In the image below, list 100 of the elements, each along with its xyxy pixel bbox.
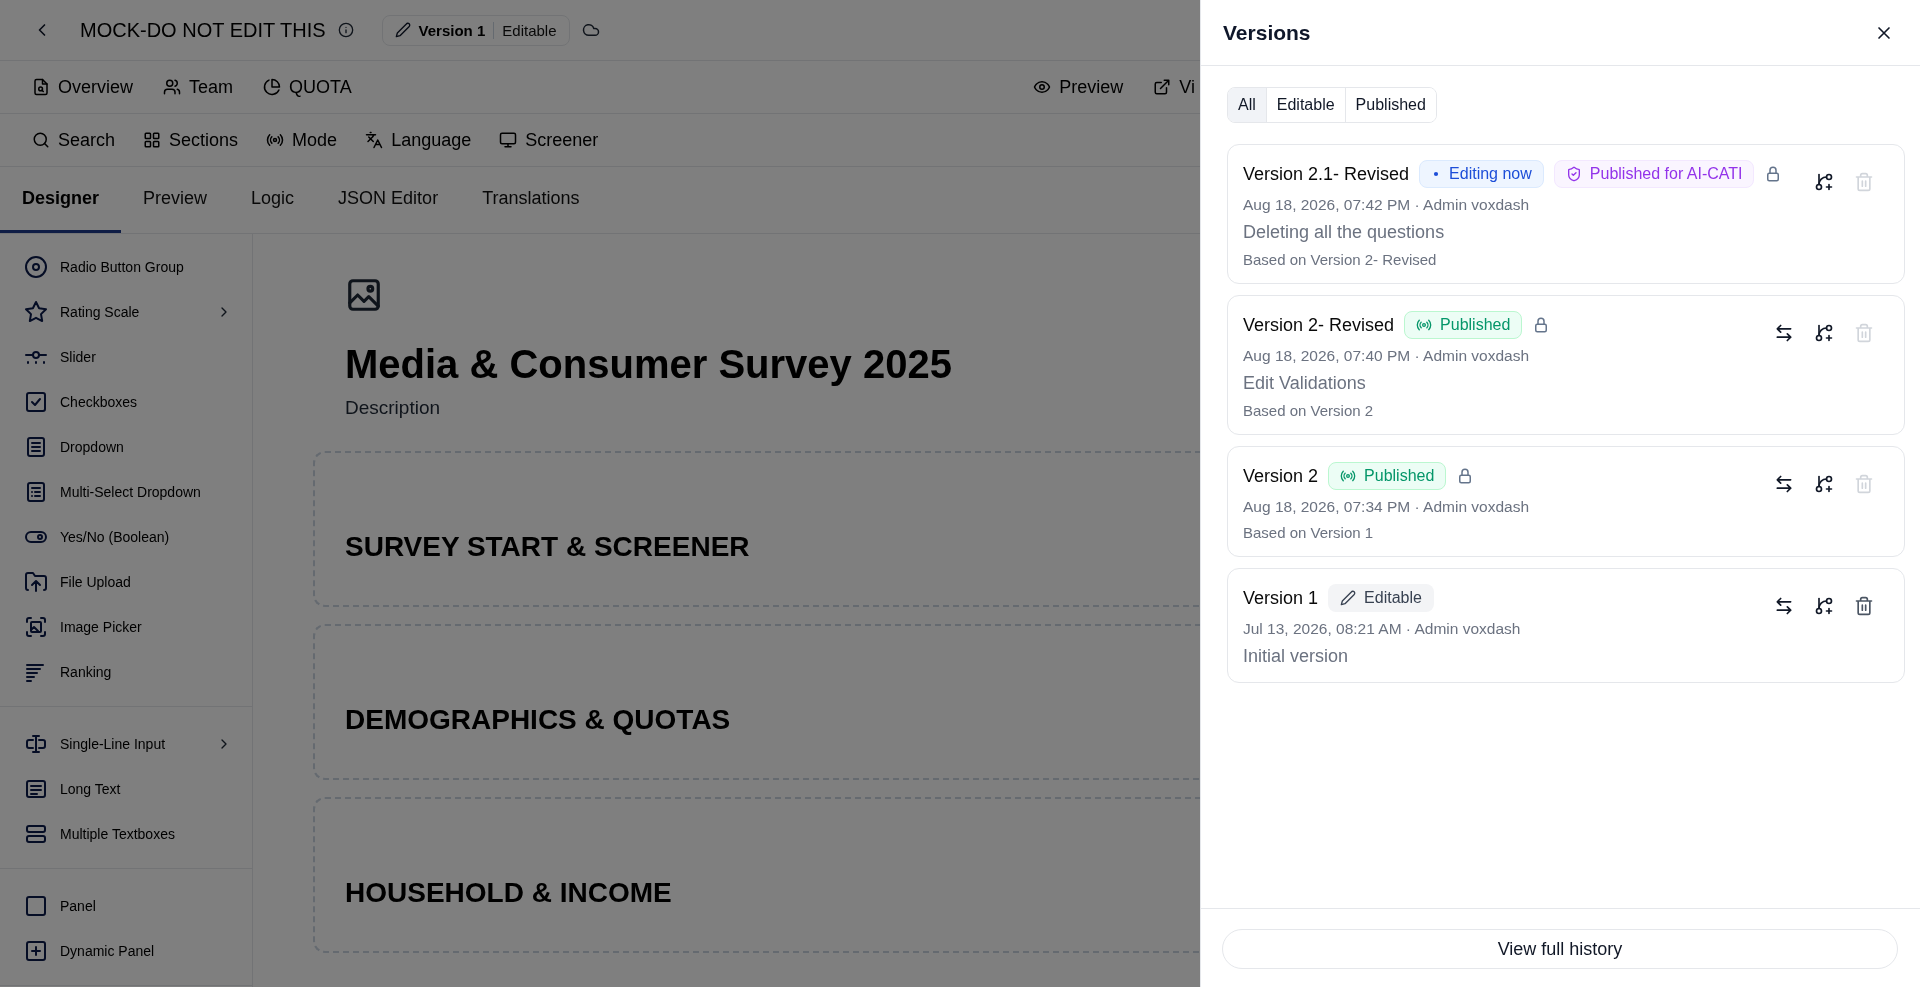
version-card[interactable]: Version 2 Published Aug 18, 2026, 07:34 PM · Admin voxdash Based on Version 1 [1227,446,1905,557]
question-type-label: Image Picker [60,618,143,635]
question-type-label: File Upload [60,573,132,590]
branch-plus-icon [1814,172,1834,192]
version-chip[interactable]: Version 1 Editable [381,14,570,46]
compare-button[interactable] [1774,596,1794,616]
toolbar-button[interactable]: Mode [266,129,338,151]
nav-link[interactable]: Team [163,76,234,98]
toolbar-button[interactable]: Sections [143,129,239,151]
question-type-item[interactable]: Rating Scale [14,289,252,334]
editor-tab[interactable]: Designer [0,167,122,233]
version-name: Version 2 [1243,465,1319,487]
trash-icon [1854,474,1874,494]
document-search-icon [32,78,50,96]
branch-button[interactable] [1814,474,1834,494]
question-type-item[interactable]: Slider [14,334,252,379]
branch-button[interactable] [1814,172,1834,192]
editor-tab[interactable]: Preview [121,167,230,233]
drawer-title: Versions [1223,20,1311,45]
version-name: Version 2.1- Revised [1243,163,1410,185]
cloud-icon [581,21,600,39]
shield-check-icon [1565,166,1582,182]
star-icon [24,299,48,324]
status-badge: Editable [1328,584,1434,612]
trash-icon [1854,172,1874,192]
status-badge: Published [1328,462,1447,490]
version-label: Version 1 [418,21,495,39]
eye-icon [1033,78,1052,96]
version-card[interactable]: Version 1 Editable Jul 13, 2026, 08:21 AM · Admin voxdash Initial version [1227,568,1905,683]
section-title: HOUSEHOLD & INCOME [345,877,672,909]
filter-tab[interactable]: All [1228,88,1266,122]
filter-tab[interactable]: Published [1344,88,1436,122]
question-type-item[interactable]: Multiple Textboxes [14,811,252,856]
version-name: Version 2- Revised [1243,314,1395,336]
image-placeholder-icon[interactable] [345,276,383,314]
status-badge: Editing now [1419,160,1544,188]
branch-button[interactable] [1814,596,1834,616]
translate-icon [365,131,384,149]
question-type-item[interactable]: Dropdown [14,424,252,469]
pie-chart-icon [263,78,282,96]
trash-icon [1854,596,1874,616]
question-type-label: Ranking [60,663,113,680]
broadcast-icon [1416,317,1433,333]
question-type-item[interactable]: Image Picker [14,604,252,649]
version-meta: Aug 18, 2026, 07:42 PM · Admin voxdash [1243,196,1531,214]
nav-link[interactable]: QUOTA [263,76,352,98]
version-meta: Aug 18, 2026, 07:34 PM · Admin voxdash [1243,498,1530,516]
version-card[interactable]: Version 2.1- Revised Editing now Published for AI-CATI Aug 18, 2026, 07:42 PM · Admin voxdash Deleting all the questions Based on Version 2- Revised [1227,144,1905,284]
question-type-item[interactable]: Single-Line Input [14,721,252,766]
swap-arrows-icon [1774,596,1794,616]
compare-button[interactable] [1774,474,1794,494]
square-icon [24,893,48,918]
editor-tab[interactable]: JSON Editor [316,167,461,233]
question-type-item[interactable]: Multi-Select Dropdown [14,469,252,514]
version-meta: Aug 18, 2026, 07:40 PM · Admin voxdash [1243,347,1531,365]
based-on-text: Based on Version 1 [1243,524,1375,541]
info-icon[interactable] [337,22,354,38]
question-type-item[interactable]: Radio Button Group [14,244,252,289]
question-type-item[interactable]: Ranking [14,649,252,694]
nav-link[interactable]: Vi [1153,76,1195,98]
version-note: Initial version [1243,646,1350,667]
based-on-text: Based on Version 2- Revised [1243,251,1438,268]
compare-button[interactable] [1774,323,1794,343]
grid-icon [143,131,162,149]
question-type-label: Long Text [60,780,122,797]
question-type-item[interactable]: Checkboxes [14,379,252,424]
editor-tab[interactable]: Translations [460,167,602,233]
branch-plus-icon [1814,596,1834,616]
toolbar-button[interactable]: Language [365,129,472,151]
version-name: Version 1 [1243,587,1319,609]
toolbar-button[interactable]: Screener [499,129,599,151]
broadcast-icon [266,131,285,149]
question-type-label: Multiple Textboxes [60,825,176,842]
view-history-button[interactable]: View full history [1222,929,1898,969]
editor-tab[interactable]: Logic [229,167,317,233]
version-note: Deleting all the questions [1243,222,1446,243]
status-badge: Published for AI-CATI [1553,160,1755,188]
broadcast-icon [1340,468,1357,484]
section-title: SURVEY START & SCREENER [345,531,750,563]
question-type-item[interactable]: Panel [14,883,252,928]
status-badge: Published [1404,311,1523,339]
checklist-box-icon [24,479,48,504]
question-type-item[interactable]: Yes/No (Boolean) [14,514,252,559]
nav-link[interactable]: Preview [1033,76,1124,98]
image-frame-icon [24,614,48,639]
question-type-label: Checkboxes [60,393,139,410]
nav-link[interactable]: Overview [32,76,133,98]
branch-plus-icon [1814,323,1834,343]
question-type-item[interactable]: File Upload [14,559,252,604]
delete-button[interactable] [1854,596,1874,616]
question-type-item[interactable]: Long Text [14,766,252,811]
branch-button[interactable] [1814,323,1834,343]
question-type-label: Yes/No (Boolean) [60,528,171,545]
checkbox-icon [24,389,48,414]
question-type-item[interactable]: Dynamic Panel [14,928,252,973]
external-link-icon [1153,78,1172,96]
survey-title: MOCK-DO NOT EDIT THIS [80,18,326,42]
version-card[interactable]: Version 2- Revised Published Aug 18, 2026, 07:40 PM · Admin voxdash Edit Validations Based on Version 2 [1227,295,1905,435]
toolbar-button[interactable]: Search [32,129,116,151]
question-type-label: Radio Button Group [60,258,185,275]
